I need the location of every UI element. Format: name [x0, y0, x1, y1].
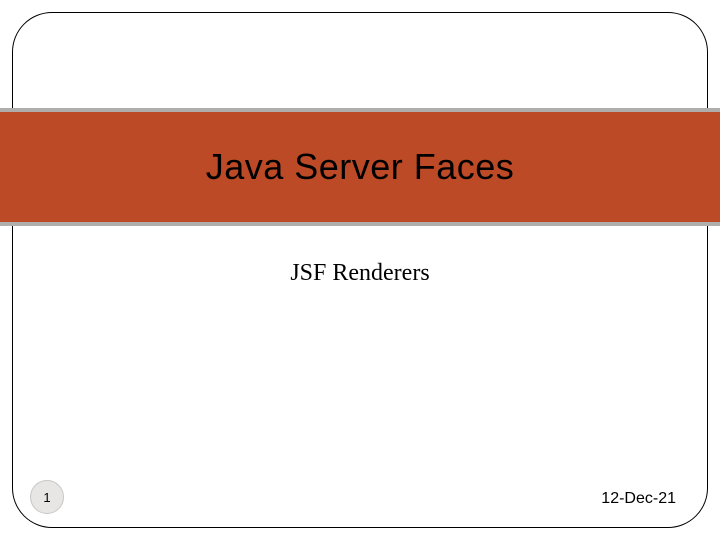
page-number: 1 [30, 480, 64, 514]
slide-subtitle: JSF Renderers [0, 260, 720, 287]
title-band: Java Server Faces [0, 112, 720, 222]
slide-date: 12-Dec-21 [601, 490, 676, 508]
slide-title: Java Server Faces [206, 146, 515, 188]
